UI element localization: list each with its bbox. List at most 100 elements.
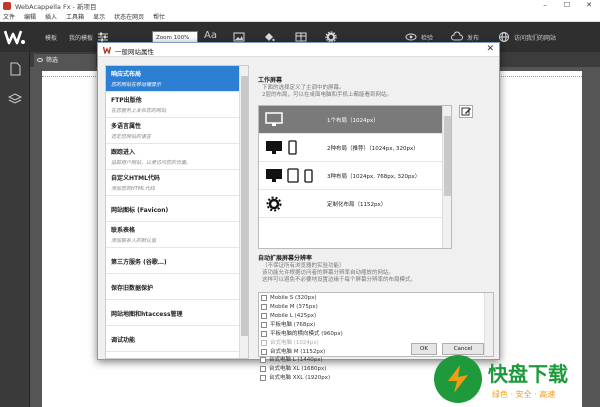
auto-scale-desc-1: （不保证所有浏览器的实验功能） [262,263,345,269]
menu-help[interactable]: 帮忙 [153,12,165,21]
tab-filter-label: 筛选 [46,57,59,64]
nav-item-tracking[interactable]: 跟踪进入 追踪用户网站，以便访问您的页面。 [106,144,240,170]
nav-item-responsive[interactable]: 响应式布局 您的网站在移动端显示 [106,66,240,92]
my-template-menu[interactable]: 我的模板 [69,33,93,42]
breakpoint-label: Mobile M (375px) [270,304,318,310]
pencil-icon [461,107,471,116]
nav-item-sitemap[interactable]: 网站地图和htaccess管理 [106,300,240,326]
eye-icon [37,58,43,62]
menu-web-status[interactable]: 状态在网页 [114,12,144,21]
layout-option-custom[interactable]: 定制化布局（1152px） [259,190,442,218]
nav-item-custom-html[interactable]: 自定义HTML代码 添加您的HTML代码 [106,170,240,196]
breakpoint-item[interactable]: Mobile L (425px) [261,312,316,321]
publish-button[interactable]: 发布 [467,33,479,42]
menu-edit[interactable]: 编辑 [24,12,36,21]
page-icon[interactable] [8,62,22,76]
checkbox[interactable] [261,349,267,355]
breakpoint-label: 台式电脑 XL (1680px) [269,366,327,372]
settings-nav-list: 响应式布局 您的网站在移动端显示 FTP出版他 在您服务上发布您的网站 多语言属… [105,65,249,359]
app-logo-icon [4,30,25,45]
breakpoint-label: 平板电脑的横向模式 (960px) [270,331,343,337]
close-window-button[interactable]: ✕ [578,0,600,11]
watermark-brand: 快盘下载 [488,362,568,386]
layout-scroll-thumb[interactable] [444,116,451,196]
nav-item-favicon[interactable]: 网站图标 (Favicon) [106,196,240,222]
template-menu[interactable]: 模板 [45,33,57,42]
nav-item-title: 网站地图和htaccess管理 [111,311,183,318]
nav-item-title: 跟踪进入 [111,149,136,156]
checkbox[interactable] [260,357,266,363]
left-sidebar [0,52,30,407]
breakpoint-item-disabled: 台式电脑 (1024px) [261,339,319,348]
layers-icon[interactable] [8,92,22,106]
menu-view[interactable]: 显示 [93,12,105,21]
auto-scale-title: 自动扩展屏幕分辨率 [258,255,313,262]
breakpoint-item[interactable]: 平板电脑 (768px) [261,321,315,330]
menu-insert[interactable]: 插入 [45,12,57,21]
desktop-tablet-phone-icon [266,168,313,183]
checkbox[interactable] [260,375,266,381]
layout-option-label: 定制化布局（1152px） [327,202,387,208]
minimize-button[interactable]: – [534,0,556,11]
window-titlebar: WebAcappella Fx - 新项目 – ☐ ✕ [0,0,600,11]
layout-scrollbar[interactable] [442,106,451,248]
nav-item-title: 保存旧数据保护 [111,285,154,292]
menu-file[interactable]: 文件 [3,12,15,21]
nav-scroll-thumb[interactable] [241,76,248,336]
window-title: WebAcappella Fx - 新项目 [15,2,97,11]
nav-item-language[interactable]: 多语言属性 选定您网站的语言 [106,118,240,144]
breakpoint-item[interactable]: Mobile S (320px) [261,294,317,303]
checkbox[interactable] [261,304,267,310]
nav-item-title: 调试功能 [111,337,136,344]
checkbox[interactable] [261,331,267,337]
breakpoint-label: 台式电脑 L (1440px) [269,357,323,363]
font-icon[interactable]: Aa [204,30,217,41]
nav-item-desc: 您的网站在移动端显示 [111,82,162,88]
maximize-button[interactable]: ☐ [556,0,578,11]
breakpoint-item[interactable]: 台式电脑 XL (1680px) [260,365,326,374]
nav-item-title: 响应式布局 [111,71,142,78]
nav-item-third-party[interactable]: 第三方服务 (谷歌…) [106,248,240,274]
site-properties-dialog: 一般网站属性 ✕ 响应式布局 您的网站在移动端显示 FTP出版他 在您服务上发布… [97,42,500,360]
breakpoint-label: 台式电脑 (1024px) [270,340,319,346]
layout-list: 1个布局（1024px） 2种布局（推荐）（1024px, 320px） 3种布… [258,105,452,249]
layout-option-3[interactable]: 3种布局（1024px, 768px, 320px） [259,162,442,190]
breakpoint-item[interactable]: 平板电脑的横向模式 (960px) [261,330,343,339]
dialog-close-button[interactable]: ✕ [486,44,494,54]
tab-filter[interactable]: 筛选 [34,54,96,67]
app-icon [3,1,11,10]
checkbox[interactable] [261,322,267,328]
breakpoint-item[interactable]: 台式电脑 L (1440px) [260,356,323,365]
nav-item-ftp[interactable]: FTP出版他 在您服务上发布您的网站 [106,92,240,118]
nav-scrollbar[interactable] [239,66,248,358]
nav-item-debug[interactable]: 调试功能 [106,326,240,352]
watermark-slogan: 绿色 · 安全 · 高速 [492,389,555,399]
breakpoint-item[interactable]: 台式电脑 XXL (1920px) [260,374,330,383]
layout-option-label: 2种布局（推荐）（1024px, 320px） [327,146,419,152]
nav-item-contact-form[interactable]: 联系表格 添加联系人的默认值 [106,222,240,248]
checkbox[interactable] [261,313,267,319]
breakpoint-item[interactable]: Mobile M (375px) [261,303,318,312]
breakpoint-label: Mobile L (425px) [270,313,317,319]
check-button[interactable]: 检验 [421,33,433,42]
checkbox[interactable] [261,295,267,301]
auto-scale-desc-2: 该功能允许根据访问者的屏幕分辨率自动缩放的网站。 [262,270,395,276]
nav-item-title: FTP出版他 [111,97,142,104]
nav-item-title: 多语言属性 [111,123,142,130]
visit-website-button[interactable]: 访问我们的网站 [514,33,556,42]
gear-icon [266,196,282,212]
checkbox-checked-disabled [261,340,267,346]
kuaipan-watermark-logo: 快盘下载 绿色 · 安全 · 高速 [434,355,568,403]
nav-item-title: 网站图标 (Favicon) [111,207,169,214]
edit-layout-button[interactable] [459,105,473,118]
menu-toolbox[interactable]: 工具箱 [66,12,84,21]
breakpoint-label: 台式电脑 M (1152px) [270,349,326,355]
desktop-phone-icon [266,140,297,155]
layout-option-label: 3种布局（1024px, 768px, 320px） [327,174,421,180]
layout-option-1[interactable]: 1个布局（1024px） [259,106,442,134]
desktop-icon [265,112,283,126]
checkbox[interactable] [260,366,266,372]
layout-option-2[interactable]: 2种布局（推荐）（1024px, 320px） [259,134,442,162]
breakpoint-list-continued: 台式电脑 L (1440px) 台式电脑 XL (1680px) 台式电脑 XX… [258,356,448,407]
nav-item-data-protection[interactable]: 保存旧数据保护 [106,274,240,300]
